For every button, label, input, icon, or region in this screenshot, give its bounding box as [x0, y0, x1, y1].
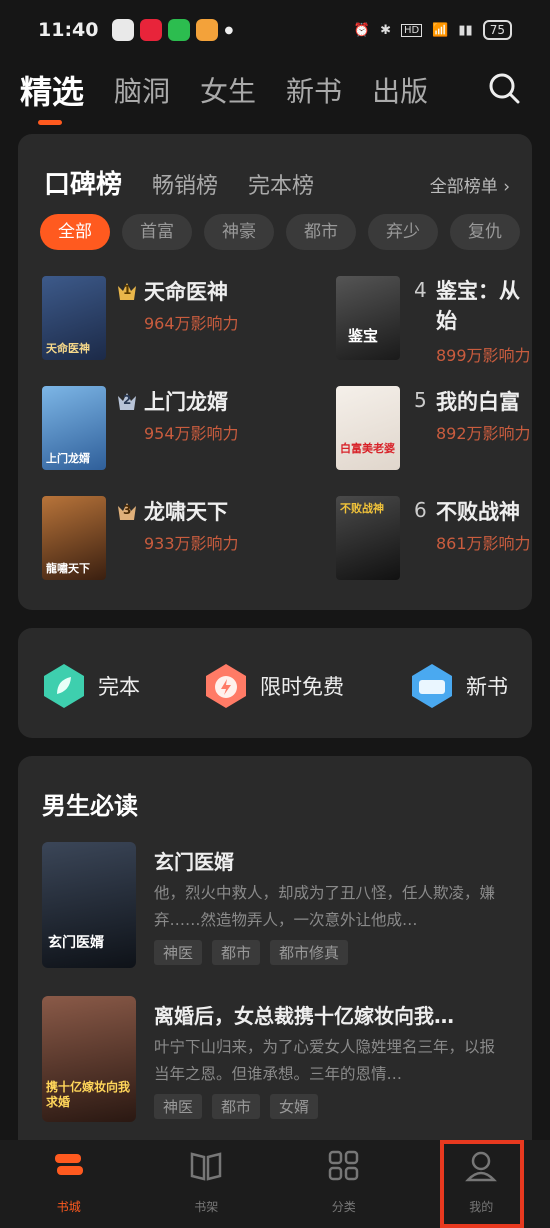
- search-icon[interactable]: [486, 70, 522, 106]
- book-tag: 神医: [154, 940, 203, 965]
- book-item[interactable]: 携十亿嫁妆向我求婚 离婚后，女总裁携十亿嫁妆向我… 叶宁下山归来，为了心爱女人隐…: [42, 996, 512, 1122]
- app-notification-icon: [196, 19, 219, 41]
- book-cover: 龍嘯天下: [42, 496, 106, 580]
- influence-value: 892万影响力: [436, 424, 531, 443]
- tab-completed-rank[interactable]: 完本榜: [248, 168, 314, 200]
- tab-female[interactable]: 女生: [200, 70, 256, 110]
- rank-number: 4: [414, 278, 427, 302]
- book-title: 天命医神: [144, 280, 228, 304]
- book-description: 他，烈火中救人，却成为了丑八怪，任人欺凌，嫌弃……然造物弄人，一次意外让他成…: [154, 884, 496, 929]
- book-tag: 女婿: [270, 1094, 319, 1119]
- tab-new-books[interactable]: 新书: [286, 70, 342, 110]
- book-tag: 都市: [212, 940, 261, 965]
- bluetooth-icon: ✱: [380, 22, 391, 38]
- nav-categories[interactable]: 分类: [275, 1140, 413, 1228]
- dot-icon: ●: [224, 24, 234, 36]
- book-title: 玄门医婿: [154, 850, 234, 874]
- ranking-card: 口碑榜 畅销榜 完本榜 全部榜单 › 全部 首富 神豪 都市 弃少 复仇 天命医…: [18, 134, 532, 610]
- rank-item[interactable]: 天命医神 1 天命医神 964万影响力: [42, 276, 302, 366]
- open-book-icon: [191, 1152, 222, 1181]
- influence-value: 964万影响力: [144, 314, 239, 333]
- app-notification-icon: [140, 19, 163, 41]
- chip-abandoned[interactable]: 弃少: [368, 214, 438, 250]
- bookstore-icon: [54, 1154, 83, 1175]
- rank-number: 3: [123, 503, 132, 517]
- must-read-card: 男生必读 玄门医婿 玄门医婿 他，烈火中救人，却成为了丑八怪，任人欺凌，嫌弃………: [18, 756, 532, 1156]
- chip-urban[interactable]: 都市: [286, 214, 356, 250]
- rank-number: 5: [414, 388, 427, 412]
- nav-profile[interactable]: 我的: [413, 1140, 550, 1228]
- ranking-tabs: 口碑榜 畅销榜 完本榜: [44, 164, 344, 201]
- book-leaf-icon: [44, 664, 84, 708]
- book-tag: 都市修真: [270, 940, 349, 965]
- book-cover: 上门龙婿: [42, 386, 106, 470]
- chip-tycoon[interactable]: 神豪: [204, 214, 274, 250]
- book-title: 我的白富: [436, 390, 520, 414]
- timer-bolt-icon: [206, 664, 246, 708]
- book-item[interactable]: 玄门医婿 玄门医婿 他，烈火中救人，却成为了丑八怪，任人欺凌，嫌弃……然造物弄人…: [42, 842, 512, 968]
- book-title: 鉴宝：从始: [436, 279, 520, 333]
- status-bar: 11:40 ● ⏰ ✱ HD 📶 ▮▮ 75: [0, 0, 550, 60]
- quick-entries-card: 完本 限时免费 新书: [18, 628, 532, 738]
- book-tag: 都市: [212, 1094, 261, 1119]
- book-title: 离婚后，女总裁携十亿嫁妆向我…: [154, 1004, 454, 1028]
- grid-icon: [328, 1150, 358, 1181]
- book-title: 不败战神: [436, 500, 520, 524]
- influence-value: 954万影响力: [144, 424, 239, 443]
- book-tags: 神医 都市 女婿: [154, 1094, 319, 1119]
- rank-number: 1: [123, 283, 132, 297]
- status-time: 11:40: [38, 19, 99, 41]
- book-title: 龙啸天下: [144, 500, 228, 524]
- app-notification-icon: [112, 19, 135, 41]
- book-tags: 神医 都市 都市修真: [154, 940, 349, 965]
- rank-item[interactable]: 鉴宝 4 鉴宝：从始 899万影响力: [336, 276, 532, 366]
- book-cover: 不败战神: [336, 496, 400, 580]
- section-title: 男生必读: [42, 792, 138, 820]
- genre-chips: 全部 首富 神豪 都市 弃少 复仇: [40, 214, 520, 250]
- rank-item[interactable]: 白富美老婆 5 我的白富 892万影响力: [336, 386, 532, 476]
- influence-value: 899万影响力: [436, 346, 531, 365]
- book-tag: 神医: [154, 1094, 203, 1119]
- new-badge-icon: [412, 664, 452, 708]
- bottom-nav: 书城 书架 分类 我的: [0, 1140, 550, 1228]
- tab-brainhole[interactable]: 脑洞: [114, 70, 170, 110]
- book-cover: 白富美老婆: [336, 386, 400, 470]
- nav-bookstore[interactable]: 书城: [0, 1140, 138, 1228]
- rank-item[interactable]: 上门龙婿 2 上门龙婿 954万影响力: [42, 386, 302, 476]
- tab-featured[interactable]: 精选: [20, 67, 84, 125]
- book-title: 上门龙婿: [144, 390, 228, 414]
- all-rankings-link[interactable]: 全部榜单 ›: [430, 172, 510, 197]
- wifi-icon: 📶: [432, 22, 449, 38]
- tab-bestseller-rank[interactable]: 畅销榜: [152, 168, 218, 200]
- influence-value: 861万影响力: [436, 534, 531, 553]
- rank-item[interactable]: 龍嘯天下 3 龙啸天下 933万影响力: [42, 496, 302, 586]
- top-tabs: 精选 脑洞 女生 新书 出版: [20, 62, 530, 125]
- book-cover: 鉴宝: [336, 276, 400, 360]
- rank-number: 6: [414, 498, 427, 522]
- tab-reputation-rank[interactable]: 口碑榜: [44, 164, 122, 201]
- battery-indicator: 75: [482, 20, 512, 40]
- book-cover: 玄门医婿: [42, 842, 136, 968]
- chat-notification-icon: [168, 19, 191, 41]
- hd-label: HD: [400, 23, 423, 37]
- rank-item[interactable]: 不败战神 6 不败战神 861万影响力: [336, 496, 532, 586]
- completed-books-button[interactable]: 完本: [40, 662, 140, 710]
- chip-richest[interactable]: 首富: [122, 214, 192, 250]
- nav-bookshelf[interactable]: 书架: [138, 1140, 276, 1228]
- influence-value: 933万影响力: [144, 534, 239, 553]
- rank-number: 2: [123, 393, 132, 407]
- tab-published[interactable]: 出版: [372, 70, 428, 110]
- alarm-icon: ⏰: [353, 22, 371, 38]
- book-cover: 携十亿嫁妆向我求婚: [42, 996, 136, 1122]
- book-description: 叶宁下山归来，为了心爱女人隐姓埋名三年，以报当年之恩。但谁承想。三年的恩情…: [154, 1038, 496, 1083]
- profile-icon: [465, 1151, 498, 1182]
- book-cover: 天命医神: [42, 276, 106, 360]
- chip-all[interactable]: 全部: [40, 214, 110, 250]
- limited-free-button[interactable]: 限时免费: [202, 662, 344, 710]
- signal-icon: ▮▮: [458, 22, 473, 38]
- new-books-button[interactable]: 新书: [408, 662, 508, 710]
- chip-revenge[interactable]: 复仇: [450, 214, 520, 250]
